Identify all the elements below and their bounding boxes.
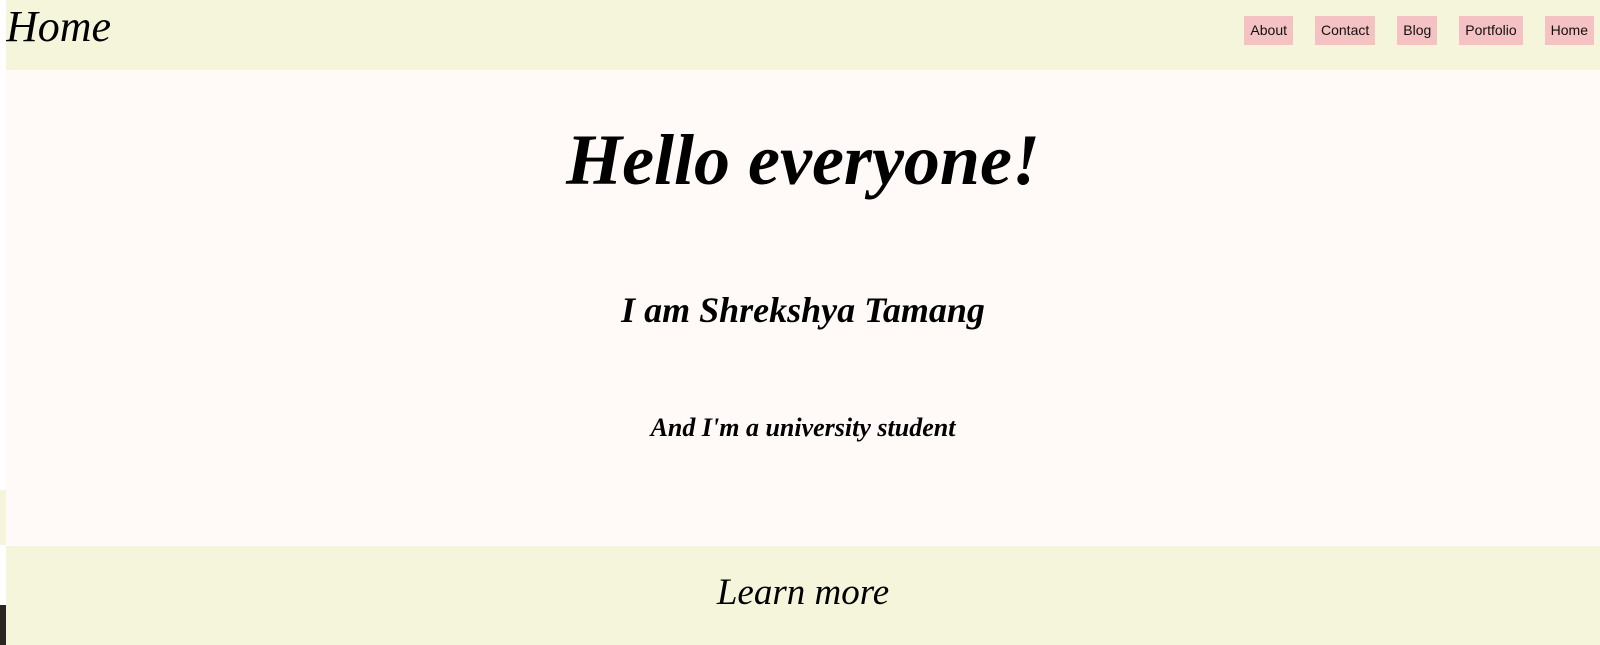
hero-title: Hello everyone! [566,120,1040,200]
nav-blog-button[interactable]: Blog [1397,16,1438,45]
nav-portfolio-button[interactable]: Portfolio [1459,16,1523,45]
site-header: Home About Contact Blog Portfolio Home [6,0,1600,70]
nav-about-button[interactable]: About [1244,16,1293,45]
main-nav: About Contact Blog Portfolio Home [1244,16,1594,46]
site-footer: Learn more [6,546,1600,645]
site-title: Home [6,2,112,51]
page: Home About Contact Blog Portfolio Home H… [6,0,1600,645]
hero-name: I am Shrekshya Tamang [621,290,985,330]
hero-tagline: And I'm a university student [650,413,956,442]
hero-section: Hello everyone! I am Shrekshya Tamang An… [6,70,1600,546]
nav-contact-button[interactable]: Contact [1315,16,1376,45]
nav-home-button[interactable]: Home [1544,16,1594,45]
learn-more-link[interactable]: Learn more [717,572,889,614]
